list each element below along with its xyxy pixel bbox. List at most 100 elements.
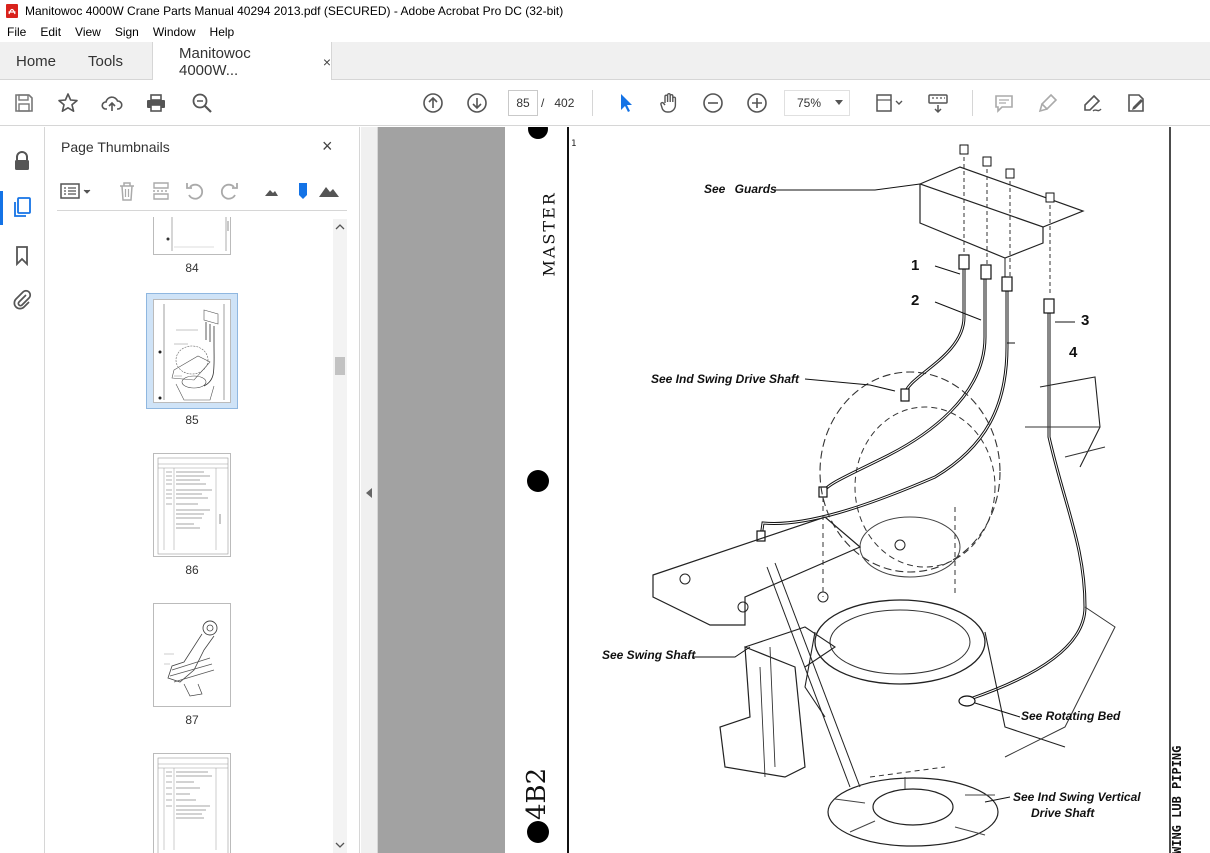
security-button[interactable] xyxy=(10,149,34,173)
menu-window[interactable]: Window xyxy=(146,25,203,39)
document-viewer[interactable]: 1 MASTER 4B2 See Guards 1 2 3 4 See Ind … xyxy=(378,127,1210,853)
title-bar: Manitowoc 4000W Crane Parts Manual 40294… xyxy=(0,0,1210,22)
plus-circle-icon xyxy=(747,93,767,113)
menu-file[interactable]: File xyxy=(0,25,33,39)
page-separator: / xyxy=(541,96,545,110)
extract-icon xyxy=(153,182,169,200)
cloud-upload-icon xyxy=(101,96,123,111)
extract-pages-button[interactable] xyxy=(149,179,173,203)
parts-diagram xyxy=(527,127,1171,853)
large-mountain-icon xyxy=(319,187,339,197)
star-icon xyxy=(58,93,78,112)
thumbnail-scrollbar[interactable] xyxy=(333,219,347,853)
hand-tool-button[interactable] xyxy=(657,91,681,115)
save-button[interactable] xyxy=(12,91,36,115)
cursor-arrow-icon xyxy=(621,94,632,112)
edit-form-icon xyxy=(1128,94,1144,112)
thumbnail-page-87[interactable] xyxy=(153,603,231,707)
hand-icon xyxy=(660,93,677,113)
save-icon xyxy=(15,94,33,112)
panel-collapse-gutter[interactable] xyxy=(361,127,378,853)
rail-active-indicator xyxy=(0,191,3,225)
attachments-button[interactable] xyxy=(10,287,34,311)
scroll-up-icon xyxy=(335,224,345,230)
callout-swing-shaft: See Swing Shaft xyxy=(602,648,696,662)
close-icon[interactable]: × xyxy=(322,136,333,157)
tab-bar: Home Tools Manitowoc 4000W... × xyxy=(0,42,1210,81)
comment-button[interactable] xyxy=(992,91,1016,115)
corner-mark: 1 xyxy=(571,139,577,149)
tab-tools[interactable]: Tools xyxy=(88,42,123,80)
thumbnail-page-84[interactable] xyxy=(153,217,231,255)
tab-document-label: Manitowoc 4000W... xyxy=(179,44,251,79)
left-navigation-rail xyxy=(0,127,45,853)
page-fit-button[interactable] xyxy=(872,91,906,115)
comment-icon xyxy=(995,95,1013,113)
zoom-in-button[interactable] xyxy=(745,91,769,115)
delete-pages-button[interactable] xyxy=(115,179,139,203)
bookmark-star-button[interactable] xyxy=(56,91,80,115)
thumbnail-page-86[interactable] xyxy=(153,453,231,557)
master-stamp: MASTER xyxy=(539,191,559,277)
margin-page-code: 4B2 xyxy=(522,767,552,820)
callout-rotating-bed: See Rotating Bed xyxy=(1021,709,1121,723)
page-thumbnails-panel: Page Thumbnails × 84 85 86 87 xyxy=(45,127,360,853)
highlight-button[interactable] xyxy=(1036,91,1060,115)
keyboard-scroll-icon xyxy=(928,94,948,114)
zoom-search-icon xyxy=(192,93,212,113)
fill-sign-button[interactable] xyxy=(1124,91,1148,115)
toolbar-divider xyxy=(592,90,593,116)
callout-guards: See Guards xyxy=(704,182,777,196)
thumbnail-larger-button[interactable] xyxy=(317,179,341,203)
scrollbar-thumb[interactable] xyxy=(335,357,345,375)
draw-button[interactable] xyxy=(1080,91,1104,115)
lock-icon xyxy=(15,151,29,170)
scroll-down-icon xyxy=(335,842,345,848)
thumbnail-size-slider[interactable] xyxy=(291,179,315,203)
print-button[interactable] xyxy=(144,91,168,115)
rotate-left-button[interactable] xyxy=(183,179,207,203)
menu-edit[interactable]: Edit xyxy=(33,25,68,39)
toolbar-divider-2 xyxy=(972,90,973,116)
thumbnail-87-image xyxy=(164,620,218,697)
bookmark-icon xyxy=(16,246,28,266)
thumbnail-options-button[interactable] xyxy=(59,179,93,203)
select-tool-button[interactable] xyxy=(614,91,638,115)
page-count: / 402 xyxy=(541,96,574,110)
zoom-value: 75% xyxy=(797,96,822,110)
tab-document[interactable]: Manitowoc 4000W... × xyxy=(152,42,332,81)
thumbnail-84-image xyxy=(166,217,229,251)
thumbnail-smaller-button[interactable] xyxy=(259,179,283,203)
rotate-right-button[interactable] xyxy=(217,179,241,203)
fit-page-icon xyxy=(876,94,903,112)
page-thumbnails-button[interactable] xyxy=(10,195,34,219)
chevron-down-icon xyxy=(835,100,843,105)
panel-title: Page Thumbnails xyxy=(61,139,170,155)
callout-swing-drive-shaft: See Ind Swing Drive Shaft xyxy=(651,372,800,386)
rotate-cw-icon xyxy=(220,183,238,200)
upload-button[interactable] xyxy=(100,91,124,115)
thumbnail-toolbar xyxy=(57,175,347,211)
small-mountain-icon xyxy=(265,190,278,196)
slider-marker-icon xyxy=(299,183,307,199)
zoom-out-button[interactable] xyxy=(701,91,725,115)
side-title: WING LUB PIPING xyxy=(1170,745,1184,853)
pdf-page: 1 MASTER 4B2 See Guards 1 2 3 4 See Ind … xyxy=(505,127,1210,853)
previous-page-button[interactable] xyxy=(421,91,445,115)
scrolling-mode-button[interactable] xyxy=(926,91,950,115)
menu-help[interactable]: Help xyxy=(203,25,242,39)
menu-view[interactable]: View xyxy=(68,25,108,39)
bookmarks-button[interactable] xyxy=(10,243,34,267)
thumbnail-page-88[interactable] xyxy=(153,753,231,853)
page-number-input[interactable]: 85 xyxy=(508,90,538,116)
highlighter-icon xyxy=(1038,93,1058,113)
tab-home[interactable]: Home xyxy=(16,42,56,80)
menu-sign[interactable]: Sign xyxy=(108,25,146,39)
find-button[interactable] xyxy=(190,91,214,115)
thumbnail-label-87: 87 xyxy=(185,713,199,727)
arrow-down-circle-icon xyxy=(467,93,487,113)
thumbnail-page-85[interactable] xyxy=(153,299,231,403)
next-page-button[interactable] xyxy=(465,91,489,115)
zoom-select[interactable]: 75% xyxy=(784,90,850,116)
tab-close-icon[interactable]: × xyxy=(323,54,331,70)
